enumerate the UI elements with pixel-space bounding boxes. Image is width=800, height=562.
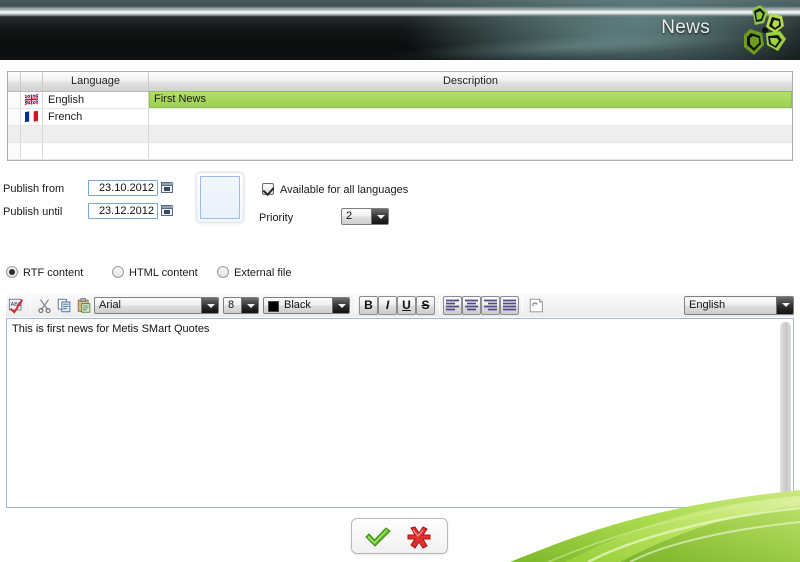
editor-language-select[interactable]: English [684, 296, 794, 315]
row-description-cell[interactable]: First News [149, 91, 792, 108]
underline-button[interactable]: U [397, 296, 416, 315]
copy-icon[interactable] [55, 296, 74, 315]
app-header: News [0, 0, 800, 60]
align-justify-icon[interactable] [500, 296, 519, 315]
table-row[interactable] [8, 143, 792, 160]
image-thumbnail-placeholder[interactable] [196, 172, 244, 223]
row-language-cell [43, 143, 149, 159]
chevron-down-icon[interactable] [371, 209, 388, 224]
toolbar-separator [355, 297, 356, 314]
priority-value: 2 [346, 210, 353, 222]
font-color-value: Black [284, 299, 311, 311]
font-family-value: Arial [99, 299, 122, 311]
row-description-cell[interactable] [149, 126, 792, 142]
chevron-down-icon[interactable] [776, 297, 793, 314]
radio-html-content[interactable] [112, 266, 124, 278]
row-selector-cell[interactable] [8, 143, 21, 159]
rtf-editor[interactable]: This is first news for Metis SMart Quote… [6, 318, 794, 508]
grid-header-selector [8, 72, 21, 91]
news-language-grid[interactable]: Language Description English First News [7, 71, 793, 161]
spellcheck-icon[interactable]: ABC [7, 296, 26, 315]
row-flag-cell [21, 126, 43, 142]
font-color-select[interactable]: Black [263, 297, 350, 314]
publish-until-label: Publish until [3, 206, 63, 218]
header-sheen-line [0, 9, 800, 16]
row-selector-cell[interactable] [8, 92, 21, 108]
page-title: News [661, 17, 710, 38]
radio-external-file-label: External file [234, 267, 292, 279]
radio-rtf-content[interactable] [6, 266, 18, 278]
toolbar-separator [522, 297, 523, 314]
editor-toolbar: ABC Arial 8 Black B I U S English [6, 294, 794, 317]
align-left-icon[interactable] [443, 296, 462, 315]
row-language-cell: French [43, 109, 149, 125]
editor-content-text[interactable]: This is first news for Metis SMart Quote… [12, 323, 209, 335]
thumbnail-inner [200, 176, 240, 219]
available-all-languages-checkbox[interactable] [262, 183, 274, 195]
cancel-button[interactable] [402, 525, 434, 549]
table-row[interactable] [8, 126, 792, 143]
table-row[interactable]: English First News [8, 91, 792, 109]
uk-flag-icon [21, 92, 43, 108]
row-flag-cell [21, 143, 43, 159]
priority-select[interactable]: 2 [341, 208, 389, 225]
bold-button[interactable]: B [359, 296, 378, 315]
align-center-icon[interactable] [462, 296, 481, 315]
editor-vertical-scrollbar[interactable] [779, 320, 792, 506]
row-selector-cell[interactable] [8, 109, 21, 125]
radio-rtf-content-label: RTF content [23, 267, 84, 279]
calendar-icon[interactable] [160, 203, 175, 218]
italic-button[interactable]: I [378, 296, 397, 315]
align-right-icon[interactable] [481, 296, 500, 315]
grid-header-row: Language Description [8, 72, 792, 92]
color-swatch-icon [268, 301, 279, 312]
grid-header-description[interactable]: Description [149, 72, 792, 91]
editor-language-value: English [689, 299, 726, 311]
chevron-down-icon[interactable] [201, 298, 218, 313]
font-size-select[interactable]: 8 [223, 297, 259, 314]
row-description-cell[interactable] [149, 109, 792, 125]
news-editor-window: News Language Description English First … [0, 0, 800, 562]
toolbar-separator [439, 297, 440, 314]
available-all-languages-label: Available for all languages [280, 184, 409, 196]
calendar-icon[interactable] [160, 180, 175, 195]
publish-from-label: Publish from [3, 183, 65, 195]
strikethrough-button[interactable]: S [416, 296, 435, 315]
clover-pinwheel-logo [744, 5, 786, 55]
scrollbar-thumb[interactable] [780, 322, 791, 504]
confirm-button[interactable] [362, 525, 394, 549]
grid-header-language[interactable]: Language [43, 72, 149, 91]
publish-until-input[interactable]: 23.12.2012 [88, 203, 158, 219]
scissors-cut-icon[interactable] [35, 296, 54, 315]
grid-header-flag [21, 72, 43, 91]
row-language-cell: English [43, 92, 149, 108]
row-description-cell[interactable] [149, 143, 792, 159]
chevron-down-icon[interactable] [332, 298, 349, 313]
radio-external-file[interactable] [217, 266, 229, 278]
publish-from-input[interactable]: 23.10.2012 [88, 180, 158, 196]
table-row[interactable]: French [8, 109, 792, 126]
france-flag-icon [21, 109, 43, 125]
dialog-button-bar [351, 518, 448, 554]
toolbar-separator [30, 297, 31, 314]
priority-label: Priority [259, 212, 294, 224]
chevron-down-icon[interactable] [241, 298, 258, 313]
row-language-cell [43, 126, 149, 142]
insert-page-icon[interactable] [526, 296, 547, 315]
radio-html-content-label: HTML content [129, 267, 198, 279]
paste-clipboard-icon[interactable] [75, 296, 94, 315]
font-family-select[interactable]: Arial [94, 297, 219, 314]
row-selector-cell[interactable] [8, 126, 21, 142]
font-size-value: 8 [228, 299, 235, 311]
